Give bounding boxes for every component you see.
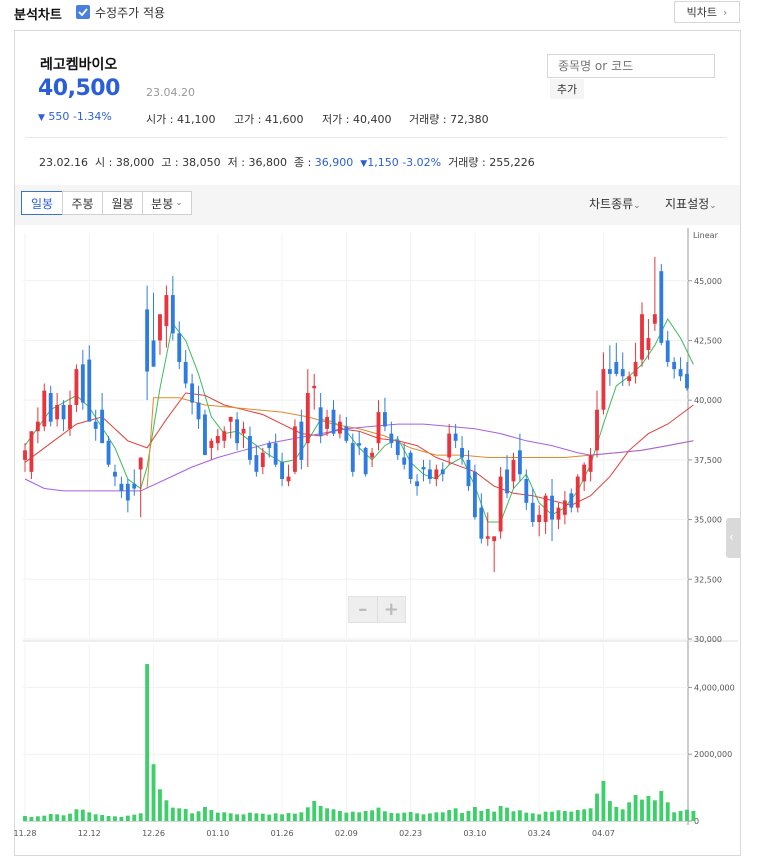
prev-volume-label: 거래량 — [448, 156, 479, 169]
check-icon — [78, 8, 88, 17]
volume-value: 72,380 — [450, 113, 489, 126]
adjusted-price-checkbox[interactable] — [76, 5, 90, 19]
prev-low: 36,800 — [248, 156, 287, 169]
prev-high: 38,050 — [182, 156, 221, 169]
big-chart-button[interactable]: 빅차트 › — [674, 1, 740, 23]
price-change-value: 550 -1.34% — [48, 110, 112, 123]
side-panel-toggle[interactable]: ‹ — [726, 518, 740, 558]
prev-volume: 255,226 — [489, 156, 535, 169]
chart-type-label: 차트종류 — [589, 197, 634, 211]
top-bar: 분석차트 수정주가 적용 빅차트 › — [0, 0, 757, 28]
volume-label: 거래량 — [409, 113, 440, 126]
prev-change-value: 1,150 -3.02% — [367, 156, 442, 169]
chevron-down-icon: ⌄ — [709, 201, 717, 211]
tab-daily[interactable]: 일봉 — [21, 191, 63, 215]
open-price: 시가 : 41,100 — [146, 113, 216, 126]
prev-high-label: 고 — [161, 156, 172, 169]
prev-close: 36,900 — [314, 156, 354, 169]
stock-search-input[interactable] — [547, 54, 715, 78]
adjusted-price-label[interactable]: 수정주가 적용 — [95, 4, 165, 21]
zoom-out-button[interactable]: – — [349, 597, 377, 622]
tab-minute[interactable]: 분봉 ⌄ — [142, 191, 192, 215]
high-label: 고가 — [234, 113, 255, 126]
tab-minute-label: 분봉 — [151, 196, 174, 211]
add-button[interactable]: 추가 — [550, 79, 584, 99]
chevron-down-icon: ⌄ — [633, 201, 641, 211]
prev-open: 38,000 — [115, 156, 155, 169]
current-price: 40,500 — [38, 76, 120, 101]
prev-close-label: 종 — [293, 156, 305, 169]
tab-monthly[interactable]: 월봉 — [102, 191, 143, 215]
chevron-down-icon: ⌄ — [175, 198, 183, 208]
volume: 거래량 : 72,380 — [409, 113, 489, 126]
tab-weekly[interactable]: 주봉 — [62, 191, 103, 215]
zoom-in-button[interactable]: + — [378, 597, 406, 622]
chevron-left-icon: ‹ — [729, 530, 734, 544]
price-change: ▼ 550 -1.34% — [38, 110, 112, 123]
low-value: 40,400 — [352, 113, 392, 126]
zoom-control: – + — [348, 596, 406, 623]
low-label: 저가 — [322, 113, 343, 126]
prev-change: ▼1,150 -3.02% — [360, 156, 441, 169]
low-price: 저가 : 40,400 — [322, 113, 392, 126]
indicator-settings-menu[interactable]: 지표설정⌄ — [665, 195, 717, 212]
divider — [25, 137, 727, 138]
high-value: 41,600 — [264, 113, 304, 126]
indicator-settings-label: 지표설정 — [665, 197, 710, 211]
price-date: 23.04.20 — [146, 86, 195, 99]
down-triangle-icon: ▼ — [38, 113, 45, 123]
high-price: 고가 : 41,600 — [234, 113, 304, 126]
big-chart-label: 빅차트 — [686, 6, 717, 19]
chart-type-menu[interactable]: 차트종류⌄ — [589, 195, 641, 212]
prev-open-label: 시 — [94, 156, 106, 169]
open-value: 41,100 — [176, 113, 216, 126]
previous-day-summary: 23.02.16 시 : 38,000 고 : 38,050 저 : 36,80… — [39, 156, 535, 169]
prev-low-label: 저 — [227, 156, 238, 169]
page-title: 분석차트 — [14, 8, 62, 23]
open-label: 시가 — [146, 113, 167, 126]
stock-name: 레고켐바이오 — [40, 57, 118, 73]
prev-date: 23.02.16 — [39, 156, 88, 169]
chevron-right-icon: › — [722, 5, 728, 19]
